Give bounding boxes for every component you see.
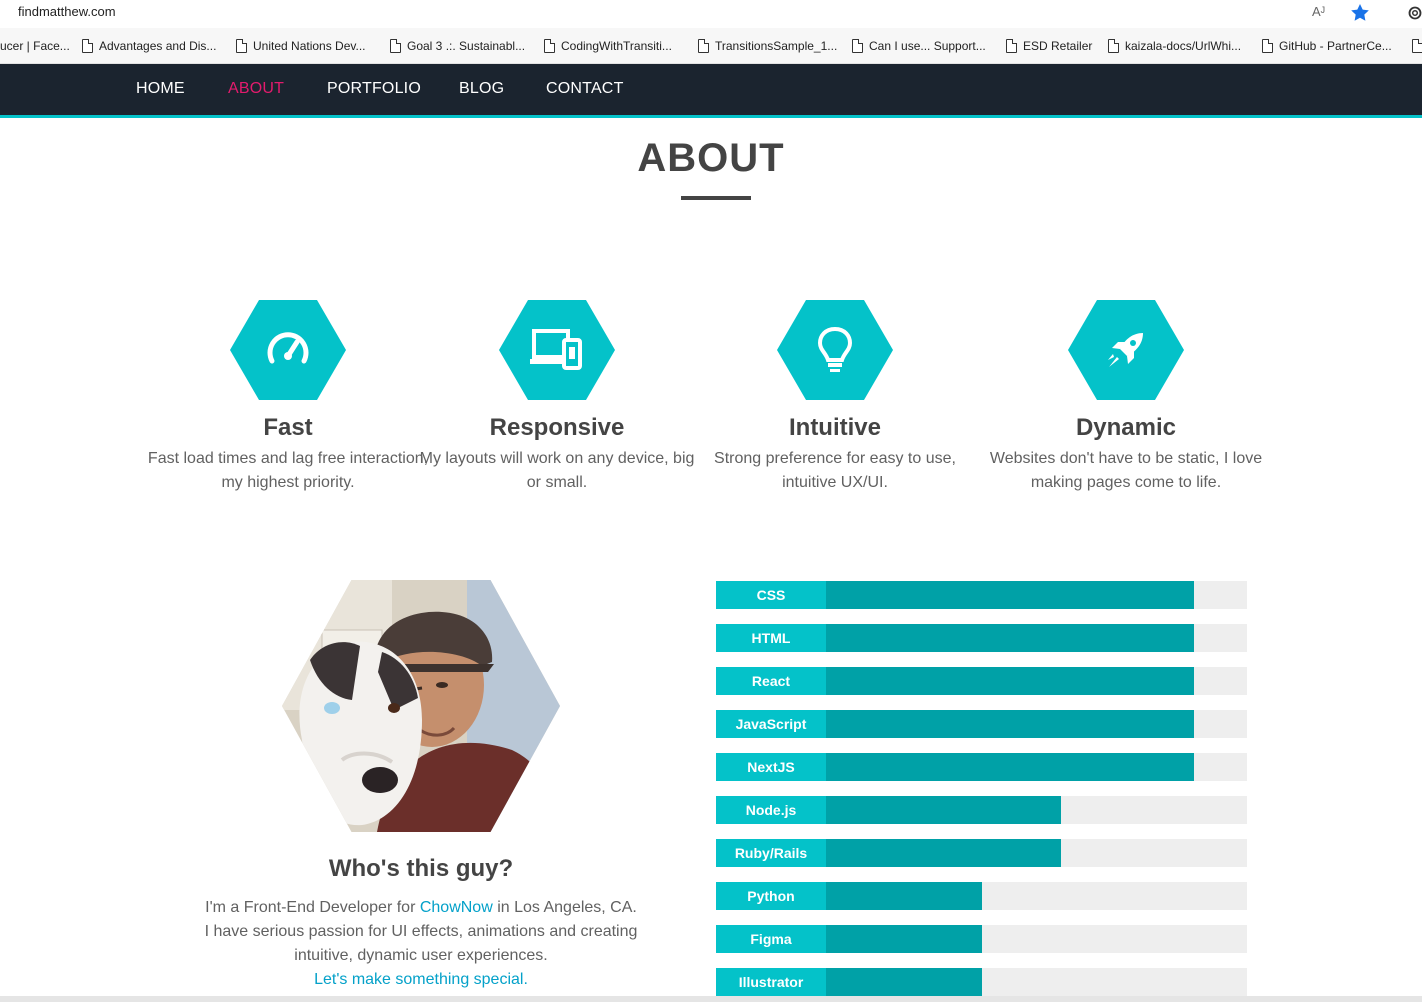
bookmark-item[interactable]: ESD Retailer [1006,38,1092,54]
bookmark-item[interactable]: kaizala-docs/UrlWhi... [1108,38,1241,54]
hexagon-badge [230,300,346,400]
company-link[interactable]: ChowNow [420,899,493,916]
bookmark-item[interactable]: Advantages and Dis... [82,38,216,54]
skill-label: CSS [716,581,826,609]
bookmark-label: CodingWithTransiti... [561,39,672,53]
page-bottom-strip [0,996,1422,1002]
page-icon [698,38,710,53]
skill-bar: Illustrator [716,968,1247,996]
page-icon [82,38,94,53]
read-aloud-icon[interactable]: Aᴶ [1312,4,1325,19]
skill-bar: HTML [716,624,1247,652]
hexagon-badge [499,300,615,400]
bookmark-item[interactable]: TransitionsSample_1... [698,38,837,54]
skill-label: React [716,667,826,695]
favorite-star-icon[interactable] [1348,1,1372,25]
bookmark-label: ESD Retailer [1023,39,1093,53]
devices-icon [530,329,582,370]
skill-label: Node.js [716,796,826,824]
bookmark-label: TransitionsSample_1... [715,39,838,53]
bookmark-label: ucer | Face... [0,39,70,53]
page-title: ABOUT [637,136,785,180]
skill-label: Illustrator [716,968,826,996]
speedometer-icon [267,332,309,364]
settings-gear-icon[interactable] [1404,2,1422,24]
page-icon [852,38,864,53]
hexagon-badge [1068,300,1184,400]
skill-bar: Python [716,882,1247,910]
bookmarks-bar: ucer | Face... Advantages and Dis... Uni… [0,28,1422,64]
skill-label: Figma [716,925,826,953]
bookmark-item[interactable]: GitHub - PartnerCe... [1262,38,1392,54]
page-icon [1262,38,1274,53]
feature-dynamic: Dynamic Websites don't have to be static… [981,300,1271,495]
bookmark-label: kaizala-docs/UrlWhi... [1125,39,1242,53]
rocket-icon [1108,333,1143,367]
site-nav [0,64,1422,115]
skill-label: Ruby/Rails [716,839,826,867]
hexagon-badge [777,300,893,400]
feature-title: Intuitive [788,414,881,441]
skill-label: Python [716,882,826,910]
nav-portfolio[interactable]: PORTFOLIO [327,80,421,98]
title-underline [681,196,751,200]
skill-label: HTML [716,624,826,652]
bookmark-label: GitHub - PartnerCe... [1279,39,1392,53]
feature-description: My layouts will work on any device, big … [419,450,695,491]
page-icon [1412,38,1422,53]
bio-line-2: I have serious passion for UI effects, a… [204,923,638,964]
bookmark-item[interactable]: Can I use... Support... [852,38,986,54]
skill-label: JavaScript [716,710,826,738]
profile-photo [282,580,560,832]
address-url[interactable]: findmatthew.com [18,4,116,19]
feature-intuitive: Intuitive Strong preference for easy to … [690,300,980,495]
nav-blog[interactable]: BLOG [459,80,504,98]
nav-accent-line [0,115,1422,118]
bookmark-label: United Nations Dev... [253,39,366,53]
bookmark-item[interactable]: United Nations Dev... [236,38,366,54]
nav-about[interactable]: ABOUT [228,80,284,98]
skill-label: NextJS [716,753,826,781]
nav-home[interactable]: HOME [136,80,185,98]
skill-bar: NextJS [716,753,1247,781]
cta-link[interactable]: Let's make something special. [314,971,528,988]
feature-fast: Fast Fast load times and lag free intera… [143,300,433,495]
feature-title: Dynamic [1075,414,1177,441]
feature-title: Fast [263,414,313,441]
page-icon [544,38,556,53]
bookmark-item[interactable]: CodingWithTransiti... [544,38,672,54]
bookmark-label: Advantages and Dis... [99,39,217,53]
feature-responsive: Responsive My layouts will work on any d… [412,300,702,495]
bookmark-item[interactable]: Goal 3 .:. Sustainabl... [390,38,525,54]
skill-bar: JavaScript [716,710,1247,738]
page-icon [1006,38,1018,53]
skill-bar: CSS [716,581,1247,609]
bookmark-label: Can I use... Support... [869,39,986,53]
feature-title: Responsive [489,414,625,441]
page-icon [1108,38,1120,53]
skill-bar: Figma [716,925,1247,953]
bookmark-overflow[interactable] [1412,38,1422,54]
bookmark-item[interactable]: ucer | Face... [0,38,70,54]
nav-contact[interactable]: CONTACT [546,80,624,98]
skill-bar: Node.js [716,796,1247,824]
bio-line-1-suffix: in Los Angeles, CA. [492,899,637,916]
bio-title: Who's this guy? [328,855,514,882]
skill-bar: Ruby/Rails [716,839,1247,867]
lightbulb-icon [817,326,853,372]
feature-description: Websites don't have to be static, I love… [989,450,1263,491]
skill-bar: React [716,667,1247,695]
bookmark-label: Goal 3 .:. Sustainabl... [407,39,526,53]
bio-line-1-prefix: I'm a Front-End Developer for [205,899,420,916]
address-bar[interactable]: findmatthew.com Aᴶ [0,0,1422,28]
feature-description: Strong preference for easy to use, intui… [714,450,956,491]
page-icon [390,38,402,53]
bio-text: I'm a Front-End Developer for ChowNow in… [190,896,652,992]
page-icon [236,38,248,53]
feature-description: Fast load times and lag free interaction… [147,450,429,491]
